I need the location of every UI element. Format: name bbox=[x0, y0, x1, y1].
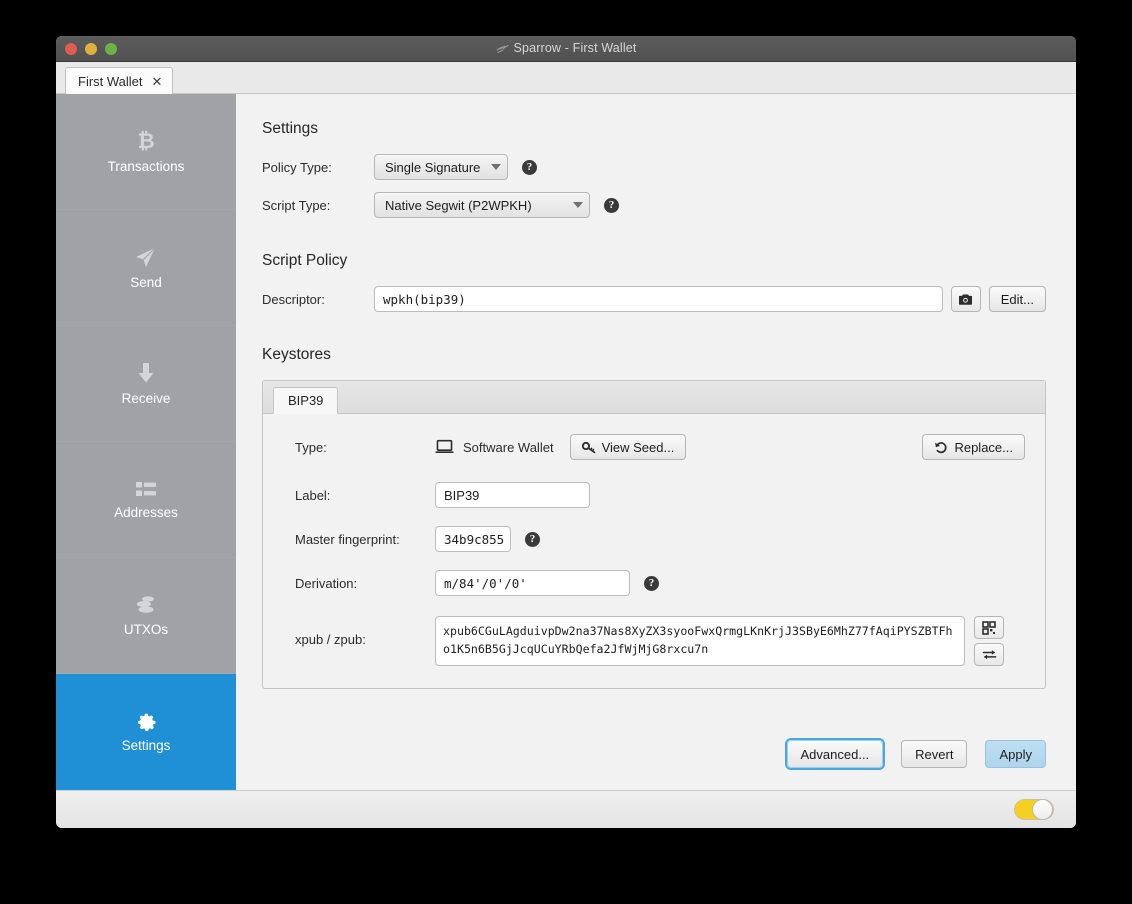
traffic-lights bbox=[56, 43, 117, 55]
laptop-icon bbox=[435, 439, 454, 455]
script-policy-heading: Script Policy bbox=[262, 252, 1046, 270]
sidebar-item-addresses[interactable]: Addresses bbox=[56, 442, 236, 558]
chevron-down-icon bbox=[573, 202, 583, 208]
script-type-select[interactable]: Native Segwit (P2WPKH) bbox=[374, 192, 590, 218]
server-connect-toggle[interactable] bbox=[1014, 799, 1054, 820]
derivation-input[interactable]: m/84'/0'/0' bbox=[435, 570, 630, 596]
undo-icon bbox=[934, 441, 948, 454]
wallet-tab-first-wallet[interactable]: First Wallet ✕ bbox=[65, 67, 173, 94]
app-window: Sparrow - First Wallet First Wallet ✕ ₿ bbox=[56, 36, 1076, 828]
footer-buttons: Advanced... Revert Apply bbox=[787, 740, 1046, 768]
sidebar-item-utxos[interactable]: UTXOs bbox=[56, 558, 236, 674]
toggle-knob bbox=[1032, 799, 1053, 820]
sidebar-item-settings[interactable]: Settings bbox=[56, 674, 236, 790]
svg-text:₿: ₿ bbox=[137, 129, 154, 153]
master-fingerprint-help-icon[interactable]: ? bbox=[525, 532, 540, 547]
sidebar: ₿ Transactions Send bbox=[56, 94, 236, 790]
policy-type-select[interactable]: Single Signature bbox=[374, 154, 508, 180]
keystore-label-input[interactable]: BIP39 bbox=[435, 482, 590, 508]
derivation-label: Derivation: bbox=[295, 576, 435, 591]
policy-type-label: Policy Type: bbox=[262, 160, 374, 175]
window-body: ₿ Transactions Send bbox=[56, 94, 1076, 790]
key-icon bbox=[582, 441, 596, 454]
keystore-type-label: Type: bbox=[295, 440, 435, 455]
zoom-window-button[interactable] bbox=[105, 43, 117, 55]
apply-button[interactable]: Apply bbox=[985, 740, 1046, 768]
policy-type-row: Policy Type: Single Signature ? bbox=[262, 154, 1046, 180]
camera-icon[interactable] bbox=[951, 286, 981, 312]
sidebar-item-receive[interactable]: Receive bbox=[56, 326, 236, 442]
keystores-panel: BIP39 Type: bbox=[262, 380, 1046, 689]
descriptor-label: Descriptor: bbox=[262, 292, 374, 307]
status-bar bbox=[56, 790, 1076, 828]
settings-panel: Settings Policy Type: Single Signature ?… bbox=[236, 94, 1076, 790]
screen: Sparrow - First Wallet First Wallet ✕ ₿ bbox=[0, 0, 1132, 904]
minimize-window-button[interactable] bbox=[85, 43, 97, 55]
script-type-help-icon[interactable]: ? bbox=[604, 198, 619, 213]
title-bar: Sparrow - First Wallet bbox=[56, 36, 1076, 62]
script-type-label: Script Type: bbox=[262, 198, 374, 213]
coins-icon bbox=[134, 594, 158, 616]
sidebar-item-label: Send bbox=[130, 276, 162, 290]
xpub-label: xpub / zpub: bbox=[295, 616, 435, 647]
sidebar-item-label: Transactions bbox=[108, 160, 185, 174]
derivation-row: Derivation: m/84'/0'/0' ? bbox=[295, 570, 1025, 596]
keystore-type-row: Type: Software Wallet bbox=[295, 434, 1025, 460]
master-fingerprint-row: Master fingerprint: 34b9c855 ? bbox=[295, 526, 1025, 552]
script-type-row: Script Type: Native Segwit (P2WPKH) ? bbox=[262, 192, 1046, 218]
script-type-value: Native Segwit (P2WPKH) bbox=[385, 198, 532, 213]
close-window-button[interactable] bbox=[65, 43, 77, 55]
view-seed-button[interactable]: View Seed... bbox=[570, 434, 687, 460]
keystore-content: Type: Software Wallet bbox=[263, 414, 1045, 688]
paper-plane-icon bbox=[134, 245, 158, 269]
bitcoin-icon: ₿ bbox=[135, 129, 157, 153]
xpub-buttons bbox=[974, 616, 1004, 666]
policy-type-help-icon[interactable]: ? bbox=[522, 160, 537, 175]
window-title-text: Sparrow - First Wallet bbox=[514, 41, 637, 55]
derivation-help-icon[interactable]: ? bbox=[644, 576, 659, 591]
policy-type-value: Single Signature bbox=[385, 160, 480, 175]
exchange-icon[interactable] bbox=[974, 643, 1004, 666]
list-icon bbox=[135, 479, 157, 499]
keystores-heading: Keystores bbox=[262, 346, 1046, 364]
keystore-label-row: Label: BIP39 bbox=[295, 482, 1025, 508]
settings-inner: Settings Policy Type: Single Signature ?… bbox=[236, 120, 1076, 689]
settings-heading: Settings bbox=[262, 120, 1046, 138]
advanced-button[interactable]: Advanced... bbox=[787, 740, 884, 768]
sidebar-item-label: UTXOs bbox=[124, 623, 168, 637]
descriptor-edit-button[interactable]: Edit... bbox=[989, 286, 1046, 312]
gear-icon bbox=[135, 710, 157, 732]
revert-button[interactable]: Revert bbox=[901, 740, 967, 768]
descriptor-input[interactable]: wpkh(bip39) bbox=[374, 286, 943, 312]
sparrow-bird-icon bbox=[496, 43, 509, 57]
view-seed-label: View Seed... bbox=[602, 440, 675, 455]
sidebar-item-label: Receive bbox=[122, 392, 171, 406]
sidebar-item-transactions[interactable]: ₿ Transactions bbox=[56, 94, 236, 210]
arrow-down-icon bbox=[135, 361, 157, 385]
qr-code-icon[interactable] bbox=[974, 616, 1004, 639]
sidebar-item-label: Settings bbox=[122, 739, 171, 753]
replace-label: Replace... bbox=[954, 440, 1013, 455]
window-title: Sparrow - First Wallet bbox=[56, 41, 1076, 57]
replace-button[interactable]: Replace... bbox=[922, 434, 1025, 460]
master-fingerprint-input[interactable]: 34b9c855 bbox=[435, 526, 511, 552]
replace-button-wrap: Replace... bbox=[914, 434, 1025, 460]
keystore-type-value: Software Wallet bbox=[463, 440, 554, 455]
sidebar-item-label: Addresses bbox=[114, 506, 178, 520]
master-fingerprint-label: Master fingerprint: bbox=[295, 532, 435, 547]
xpub-row: xpub / zpub: xpub6CGuLAgduivpDw2na37Nas8… bbox=[295, 616, 1025, 666]
descriptor-row: Descriptor: wpkh(bip39) Edit... bbox=[262, 286, 1046, 312]
wallet-tab-strip: First Wallet ✕ bbox=[56, 62, 1076, 94]
sidebar-item-send[interactable]: Send bbox=[56, 210, 236, 326]
wallet-tab-label: First Wallet bbox=[78, 74, 143, 89]
keystore-label-label: Label: bbox=[295, 488, 435, 503]
keystore-tab-bip39[interactable]: BIP39 bbox=[273, 387, 338, 414]
chevron-down-icon bbox=[491, 164, 501, 170]
xpub-textarea[interactable]: xpub6CGuLAgduivpDw2na37Nas8XyZX3syooFwxQ… bbox=[435, 616, 965, 666]
close-icon[interactable]: ✕ bbox=[152, 75, 163, 88]
keystore-tab-strip: BIP39 bbox=[263, 381, 1045, 414]
